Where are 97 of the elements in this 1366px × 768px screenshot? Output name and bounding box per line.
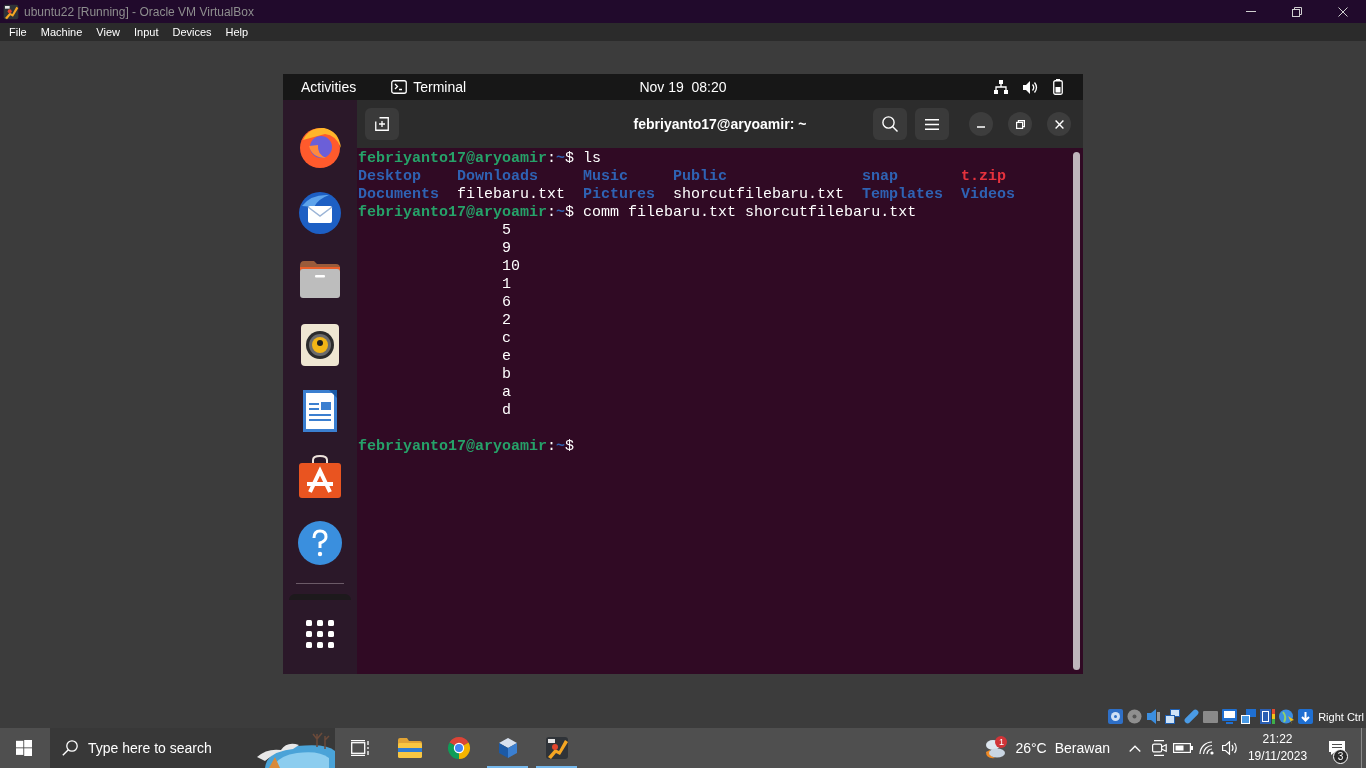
search-icon (62, 740, 78, 756)
folder-name: Downloads (457, 168, 539, 186)
date-text: 19/11/2023 (1247, 748, 1308, 765)
notification-button[interactable]: 3 (1312, 728, 1361, 768)
chevron-up-icon (1129, 744, 1141, 752)
command-text: comm filebaru.txt shorcutfilebaru.txt (583, 204, 917, 222)
network-icon[interactable] (994, 80, 1008, 94)
shopping-bag-icon[interactable] (298, 455, 342, 499)
close-icon (1054, 119, 1064, 129)
envelope-icon[interactable] (298, 191, 342, 235)
menu-icon (925, 118, 939, 130)
folder-name: Pictures (583, 186, 656, 204)
notification-badge: 3 (1333, 749, 1348, 764)
minimize-icon (1246, 11, 1256, 12)
output-line: d (502, 402, 512, 420)
camera-icon (1151, 740, 1167, 756)
chip-icon[interactable] (1260, 709, 1276, 724)
activities-button[interactable]: Activities (291, 74, 367, 100)
clock-button[interactable]: Nov 19 08:20 (629, 74, 737, 100)
hard-disk-icon[interactable] (1108, 709, 1124, 724)
folder-name: Templates (862, 186, 944, 204)
monitor-icon[interactable] (1222, 709, 1238, 724)
output-line: c (502, 330, 512, 348)
output-line: 10 (502, 258, 521, 276)
time-text: 21:22 (1262, 731, 1293, 748)
output-line: b (502, 366, 512, 384)
help-icon[interactable] (298, 521, 342, 565)
menu-item[interactable]: Machine (33, 25, 90, 39)
app-menu-button[interactable]: Terminal (381, 74, 477, 100)
four-panes-icon (16, 740, 32, 756)
temperature-text: 26°C (1015, 738, 1047, 758)
menu-item[interactable]: Input (126, 25, 166, 39)
clock-button[interactable]: 21:22 19/11/2023 (1243, 728, 1312, 768)
host-key-label: Right Ctrl (1318, 709, 1364, 724)
output-line: 2 (502, 312, 512, 330)
shell-prompt: febriyanto17@aryoamir:~$ (358, 204, 575, 222)
battery-icon (1173, 743, 1193, 753)
minimize-icon (977, 126, 985, 128)
search-button[interactable] (873, 108, 907, 140)
new-tab-icon (375, 117, 389, 131)
output-line: 6 (502, 294, 512, 312)
notification-badge: 1 (995, 736, 1008, 748)
speaker-icon[interactable] (298, 323, 342, 367)
app-tile-icon (544, 736, 569, 760)
terminal-icon (391, 80, 408, 94)
new-tab-button[interactable] (365, 108, 399, 140)
apps-grid-icon[interactable] (306, 620, 334, 648)
shell-prompt: febriyanto17@aryoamir:~$ (358, 438, 575, 456)
audio-icon[interactable] (1146, 709, 1162, 724)
menu-item[interactable]: File (2, 25, 34, 39)
search-input[interactable]: Type here to search (88, 737, 214, 759)
output-line: 9 (502, 240, 512, 258)
minimize-button[interactable] (969, 112, 993, 136)
file-name: filebaru.txt (457, 186, 566, 204)
weather-condition: Berawan (1054, 738, 1110, 758)
restore-icon (1015, 119, 1025, 129)
circle-logo-icon (446, 736, 471, 760)
folder-name: Public (673, 168, 728, 186)
down-arrow-icon[interactable] (1298, 709, 1314, 724)
file-name: shorcutfilebaru.txt (673, 186, 845, 204)
shell-prompt: febriyanto17@aryoamir:~$ (358, 150, 575, 168)
battery-icon[interactable] (1053, 79, 1063, 95)
folder-name: Documents (358, 186, 439, 204)
folder-name: snap (862, 168, 899, 186)
close-icon (1338, 6, 1348, 17)
network-icon[interactable] (1165, 709, 1181, 724)
task-view-icon (350, 740, 371, 756)
menu-item[interactable]: Help (218, 25, 256, 39)
menu-item[interactable]: View (89, 25, 127, 39)
folder-icon (397, 738, 422, 758)
maximize-button[interactable] (1008, 112, 1032, 136)
folder-name: Desktop (358, 168, 421, 186)
restore-icon (1292, 6, 1302, 17)
output-line: 5 (502, 222, 512, 240)
volume-icon[interactable] (1023, 80, 1038, 94)
scrollbar-thumb[interactable] (1073, 152, 1080, 670)
archive-name: t.zip (961, 168, 1007, 186)
window-title: ubuntu22 [Running] - Oracle VM VirtualBox (24, 3, 254, 20)
terminal-title: febriyanto17@aryoamir: ~ (633, 114, 807, 134)
output-line: 1 (502, 276, 512, 294)
disc-icon[interactable] (1127, 709, 1143, 724)
output-line: a (502, 384, 512, 402)
folder-name: Music (583, 168, 629, 186)
weather-button[interactable]: 1 26°C Berawan (979, 728, 1116, 768)
volume-icon (1222, 741, 1240, 755)
folder-name: Videos (961, 186, 1016, 204)
close-button[interactable] (1047, 112, 1071, 136)
usb-icon[interactable] (1184, 709, 1200, 724)
menu-button[interactable] (915, 108, 949, 140)
output-line: e (502, 348, 512, 366)
screens-icon[interactable] (1241, 709, 1257, 724)
globe-icon[interactable] (298, 125, 342, 169)
search-icon (882, 116, 898, 132)
app-icon (3, 3, 19, 20)
menu-item[interactable]: Devices (165, 25, 219, 39)
command-text: ls (583, 150, 602, 168)
wifi-icon (1199, 741, 1215, 755)
